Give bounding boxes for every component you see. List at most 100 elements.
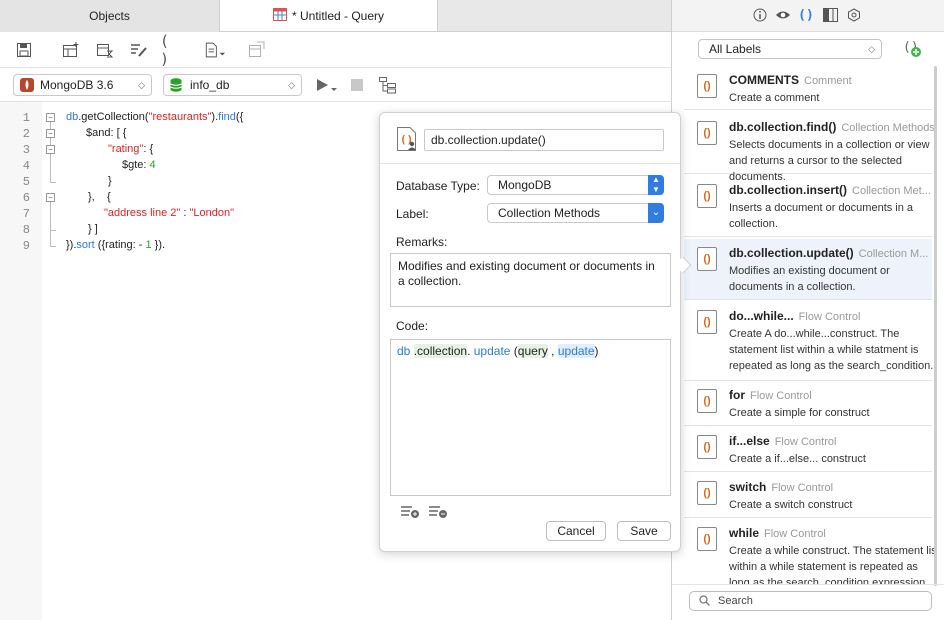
snippet-name-input[interactable]: db.collection.update() [424,129,664,151]
fold-toggle[interactable]: − [46,145,55,154]
code-line-4: $gte: 4 [122,159,156,171]
snippet-description: Create a if...else... construct [729,453,866,465]
fold-toggle[interactable]: − [46,113,55,122]
cancel-button[interactable]: Cancel [546,521,606,541]
snippet-category: Flow Control [771,482,834,494]
info-icon[interactable] [752,8,768,24]
add-placeholder-icon[interactable] [400,503,420,519]
snippet-item[interactable]: () db.collection.find() Collection Method… [684,113,935,183]
remarks-textarea[interactable]: Modifies and existing document or docume… [390,253,671,307]
snippet-description: Create A do...while...construct. The sta… [729,328,935,372]
snippet-file-icon: () [697,121,717,145]
snippet-file-icon: () [697,74,717,98]
snippet-title: db.collection.insert() [729,183,848,197]
fold-guide [50,138,51,145]
line-number: 6 [22,191,30,205]
label-select[interactable]: Collection Methods ⌄ [487,203,664,223]
code-snippet-icon[interactable]: ( ) [160,32,182,68]
snippet-file-icon: () [697,310,717,334]
toolbar: ( ) [0,32,671,68]
columns-icon[interactable] [822,8,838,24]
database-select[interactable]: info_db ◇ [163,74,302,96]
snippet-category: Comment [804,75,852,87]
snippet-file-icon: () [697,481,717,505]
tab-objects[interactable]: Objects [0,0,220,32]
code-textarea[interactable]: db .collection. update (query , update) [390,339,671,496]
database-type-select[interactable]: MongoDB ▲ ▼ [487,175,664,195]
snippet-search-input[interactable]: Search [689,591,932,611]
tab-bar: Objects * Untitled - Query [0,0,671,32]
snippet-description: Create a while construct. The statement … [729,545,935,584]
snippet-category: Collection Met... [852,185,931,197]
snippet-item[interactable]: () while Flow Control Create a while cons… [684,519,935,584]
line-number: 4 [22,159,30,173]
snippet-category: Flow Control [750,390,812,402]
query-builder-icon[interactable] [94,40,116,60]
snippet-title: for [729,388,745,402]
label-field-label: Label: [396,207,429,221]
search-placeholder: Search [718,595,753,607]
snippet-title: COMMENTS [729,73,799,87]
explain-icon[interactable] [378,76,398,94]
snippet-editor-popover: () db.collection.update() Database Type:… [379,112,681,552]
snippet-item[interactable]: () if...else Flow Control Create a if...e… [684,427,932,472]
code-token: update [473,344,511,358]
fold-toggle[interactable]: − [46,193,55,202]
fold-guide [50,202,51,230]
run-icon[interactable] [316,76,338,94]
fold-toggle[interactable]: − [46,129,55,138]
line-number: 1 [22,111,30,125]
tab-query[interactable]: * Untitled - Query [220,0,438,31]
code-snippet-icon[interactable]: () [798,8,814,24]
code-line-2: $and: [ { [86,127,127,139]
search-icon [699,592,710,612]
snippet-scrollbar[interactable] [934,66,937,586]
snippet-title: do...while... [729,309,794,323]
code-label: Code: [396,319,429,333]
divider [380,163,680,164]
snippet-file-icon: () [697,247,717,271]
remove-placeholder-icon[interactable] [428,503,448,519]
beautify-icon[interactable] [128,40,150,60]
tab-objects-label: Objects [89,9,130,23]
fold-end [50,182,56,183]
snippet-title: while [729,526,760,540]
snippet-user-file-icon: () [396,126,418,152]
settings-hexagon-icon[interactable] [846,8,862,24]
snippet-item[interactable]: () do...while... Flow Control Create A do… [684,302,935,381]
snippet-item[interactable]: () COMMENTS Comment Create a comment [684,66,932,110]
snippet-item[interactable]: () switch Flow Control Create a switch co… [684,473,932,518]
snippet-category: Collection Methods [841,122,935,134]
label-filter-value: All Labels [709,42,762,56]
snippet-item[interactable]: () db.collection.insert() Collection Met.… [684,176,932,237]
code-token: db [397,344,411,358]
snippet-list: () COMMENTS Comment Create a comment () d… [672,66,935,584]
preview-icon[interactable] [775,8,791,24]
snippet-title: db.collection.find() [729,120,837,134]
label-filter-select[interactable]: All Labels ◇ [698,39,882,59]
chevron-updown-icon: ▲ ▼ [648,175,664,195]
document-icon[interactable] [204,40,226,60]
line-number: 5 [22,175,30,189]
save-button[interactable]: Save [617,521,671,541]
snippet-panel: () All Labels ◇ () () COMMENTS Comment Cr… [671,0,944,620]
snippet-item[interactable]: () for Flow Control Create a simple for c… [684,381,932,426]
snippet-item-selected[interactable]: () db.collection.update() Collection M...… [684,239,932,300]
save-icon[interactable] [13,40,35,60]
line-number: 9 [22,239,30,253]
snippet-category: Flow Control [764,528,826,540]
connection-select[interactable]: MongoDB 3.6 ◇ [13,74,152,96]
database-select-value: info_db [190,78,230,92]
database-icon [170,78,182,92]
export-icon[interactable] [246,40,268,60]
add-snippet-icon[interactable]: () [902,38,922,58]
code-token: .collection [413,344,468,358]
snippet-file-icon: () [697,435,717,459]
tab-query-label: * Untitled - Query [291,9,385,23]
remarks-label: Remarks: [396,235,448,249]
snippet-file-icon: () [697,527,717,551]
stop-icon[interactable] [351,79,363,91]
connection-select-value: MongoDB 3.6 [40,78,114,92]
new-query-icon[interactable] [60,40,82,60]
code-line-8: } ] [88,223,98,235]
